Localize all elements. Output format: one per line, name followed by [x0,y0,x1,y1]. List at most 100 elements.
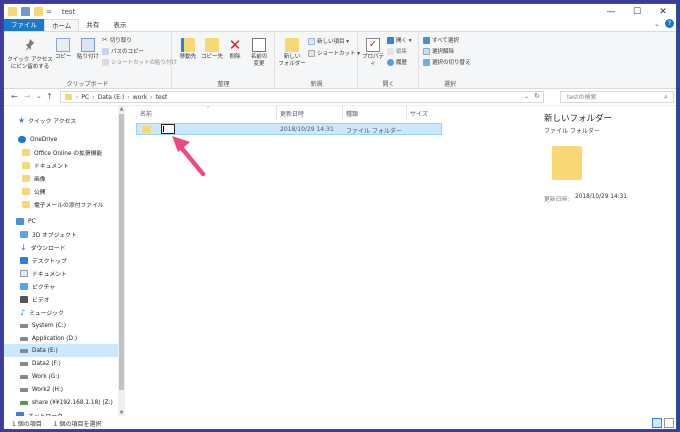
tab-share[interactable]: 共有 [79,19,106,31]
open-button[interactable]: 開く ▾ [387,36,412,44]
customize-quick-access-icon[interactable]: = [46,8,52,16]
nav-pc[interactable]: PC [16,215,36,228]
select-none-icon [423,47,430,55]
forward-button[interactable]: → [24,92,31,101]
breadcrumb-pc[interactable]: PC [81,94,89,101]
move-to-button[interactable]: 移動先 [177,38,199,61]
nav-item[interactable]: Data2 (F:) [20,357,61,370]
cut-button[interactable]: ✂ 切り取り [102,36,132,44]
nav-label: Work (G:) [32,373,60,380]
pointer-arrow-annotation [172,136,206,177]
refresh-button[interactable]: ↻ [534,92,540,100]
column-size[interactable]: サイズ [410,109,428,118]
copy-path-label: パスのコピー [111,49,145,55]
new-folder-quick-icon[interactable] [34,7,43,16]
tab-file[interactable]: ファイル [4,19,44,31]
search-input[interactable]: testの検索 [560,91,674,103]
details-view-icon[interactable] [652,418,662,428]
tab-view[interactable]: 表示 [106,19,133,31]
nav-item[interactable]: 電子メールの添付ファイル [22,198,104,211]
music-note-icon: ♪ [20,308,26,317]
copy-button[interactable]: コピー [53,38,73,61]
select-all-button[interactable]: すべて選択 [423,36,459,44]
paste-shortcut-label: ショートカットの貼り付け [111,60,178,66]
up-button[interactable]: ↑ [46,92,53,101]
rename-input[interactable] [161,124,175,134]
nav-item[interactable]: ドキュメント [20,267,67,280]
video-icon [20,296,28,303]
pin-quick-access-button[interactable]: クイック アクセス にピン留めする [7,38,53,71]
close-button[interactable]: ✕ [650,4,676,19]
3d-objects-icon [20,231,28,238]
nav-scroll-thumb[interactable] [119,114,124,390]
documents-icon [20,270,28,277]
recent-locations-dropdown[interactable]: ⌄ [36,92,42,100]
maximize-button[interactable]: ☐ [624,4,650,19]
nav-item[interactable]: ドキュメント [22,159,69,172]
tab-home[interactable]: ホーム [44,19,80,31]
copy-to-label: コピー先 [200,54,223,60]
text-cursor [163,126,164,132]
shortcut-button[interactable]: ショートカット ▾ [308,49,360,57]
scroll-up-icon[interactable]: ▲ [118,106,125,112]
drive-icon [20,374,28,379]
pin-label-2: にピン留めする [10,64,50,70]
folder-icon [142,126,151,133]
new-folder-label-1: 新しい [283,54,301,60]
nav-item[interactable]: Office Online の拡張機能 [22,146,102,159]
new-folder-button[interactable]: 新しい フォルダー [278,38,306,68]
large-icons-view-icon[interactable] [664,418,674,428]
column-divider[interactable] [276,106,277,120]
address-dropdown-icon[interactable]: ⌄ [524,93,529,100]
select-group-label: 選択 [443,81,456,88]
nav-item[interactable]: 公開 [22,185,46,198]
drive-icon [20,336,28,341]
copy-to-button[interactable]: コピー先 [200,38,224,61]
status-count: 1 個の項目 [12,421,42,428]
help-icon[interactable]: ? [665,19,674,28]
nav-item[interactable]: ↓ ダウンロード [20,241,66,254]
delete-button[interactable]: ✕ 削除 [226,38,244,61]
column-name[interactable]: 名前 [140,109,152,118]
breadcrumb-data-e[interactable]: Data (E:) [98,94,125,101]
column-date[interactable]: 更新日時 [280,109,304,118]
rename-ribbon-button[interactable]: 名前の 変更 [247,38,271,68]
paste-button[interactable]: 貼り付け [75,38,101,61]
nav-item[interactable]: ♪ ミュージック [20,306,64,319]
nav-item[interactable]: 3D オブジェクト [20,228,77,241]
history-button[interactable]: 履歴 [387,58,407,66]
nav-item[interactable]: Work (G:) [20,370,60,383]
select-none-button[interactable]: 選択解除 [423,47,454,55]
back-button[interactable]: ← [11,92,18,101]
nav-item[interactable]: System (C:) [20,319,66,332]
new-item-button[interactable]: 新しい項目 ▾ [308,37,349,45]
minimize-button[interactable]: — [598,4,624,19]
paste-label: 貼り付け [76,54,99,60]
nav-item[interactable]: ビデオ [20,293,49,306]
breadcrumb-test[interactable]: test [156,94,168,101]
nav-item[interactable]: share (¥¥192.168.1.18) (Z:) [20,396,113,409]
column-type[interactable]: 種類 [346,109,358,118]
folder-icon [22,188,30,195]
nav-item[interactable]: 画像 [22,172,46,185]
nav-item[interactable]: ピクチャ [20,280,55,293]
properties-quick-icon[interactable] [21,7,30,16]
invert-selection-button[interactable]: 選択の切り替え [423,58,471,66]
nav-item-selected[interactable]: Data (E:) [4,344,118,357]
nav-item[interactable]: Work2 (H:) [20,383,63,396]
column-divider[interactable] [342,106,343,120]
nav-label: デスクトップ [32,259,67,265]
nav-quick-access[interactable]: ★ クイック アクセス [18,114,76,127]
copy-path-button[interactable]: パスのコピー [102,47,144,55]
paste-shortcut-button[interactable]: ショートカットの貼り付け [102,58,177,66]
column-divider[interactable] [406,106,407,120]
nav-onedrive[interactable]: OneDrive [18,133,57,146]
edit-button[interactable]: 編集 [387,47,407,55]
breadcrumb-work[interactable]: work [133,94,148,101]
ribbon-expand-icon[interactable]: ⌄ [654,20,660,28]
nav-label: 画像 [34,177,46,183]
properties-button[interactable]: ✓ プロパティ [360,38,386,68]
nav-item[interactable]: デスクトップ [20,254,67,267]
nav-scrollbar[interactable]: ▲ ▼ [118,106,125,416]
address-path[interactable]: › PC › Data (E:) › work › test ⌄ ↻ [60,91,544,103]
